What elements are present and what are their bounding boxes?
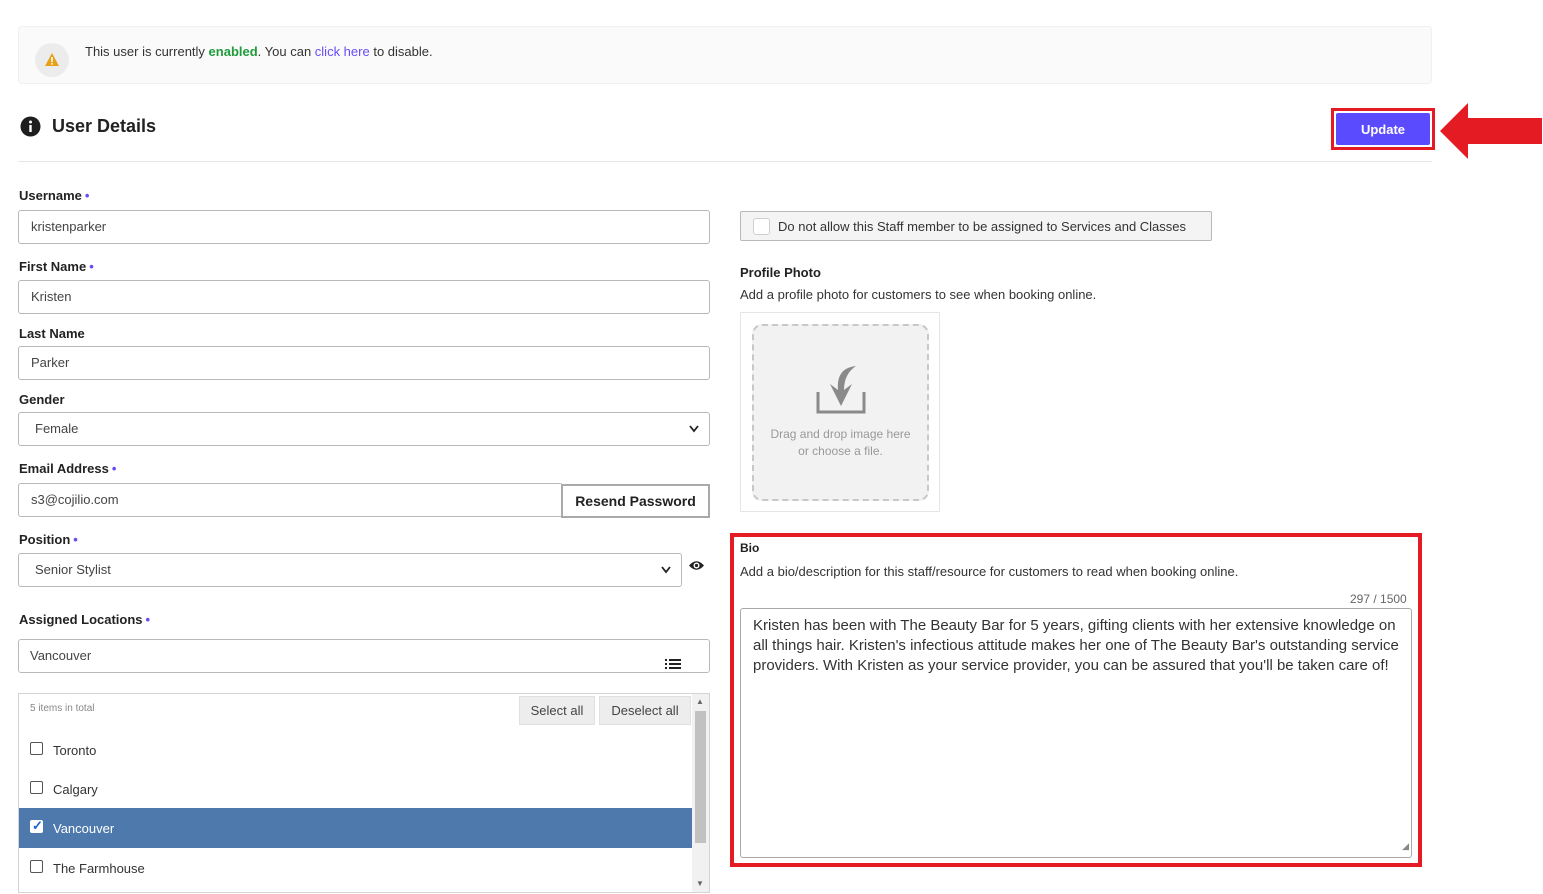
email-label: Email Address • (19, 461, 117, 476)
list-icon[interactable] (665, 650, 681, 682)
bio-text: Kristen has been with The Beauty Bar for… (753, 617, 1399, 674)
staff-assignment-label: Do not allow this Staff member to be ass… (778, 219, 1187, 234)
required-marker: • (73, 532, 78, 547)
last-name-label: Last Name (19, 326, 85, 341)
location-item-calgary[interactable]: Calgary (19, 769, 692, 809)
username-label: Username • (19, 188, 90, 203)
required-marker: • (84, 188, 90, 203)
download-icon (816, 362, 866, 419)
items-count: 5 items in total (30, 703, 95, 714)
status-notice: This user is currently enabled. You can … (18, 26, 1432, 84)
bio-char-counter: 297 / 1500 (1350, 592, 1407, 606)
bio-textarea[interactable]: Kristen has been with The Beauty Bar for… (740, 608, 1412, 858)
staff-assignment-toggle[interactable]: Do not allow this Staff member to be ass… (740, 211, 1212, 241)
location-item-toronto[interactable]: Toronto (19, 730, 692, 770)
scroll-thumb[interactable] (695, 711, 706, 843)
checkbox[interactable] (30, 781, 43, 794)
resend-password-button[interactable]: Resend Password (561, 484, 710, 518)
resize-handle-icon[interactable]: ◢ (1402, 836, 1409, 856)
scroll-down-icon[interactable]: ▼ (696, 879, 704, 888)
update-button[interactable]: Update (1336, 113, 1430, 145)
checkbox[interactable] (753, 218, 770, 235)
profile-photo-desc: Add a profile photo for customers to see… (740, 287, 1097, 302)
assigned-locations-label: Assigned Locations • (19, 612, 151, 627)
location-item-the-farmhouse[interactable]: The Farmhouse (19, 848, 692, 888)
location-item-vancouver[interactable]: Vancouver (19, 808, 692, 848)
locations-input[interactable]: Vancouver (18, 639, 710, 673)
locations-list: 5 items in total Select all Deselect all… (18, 693, 710, 893)
gender-select[interactable]: Female (18, 412, 710, 446)
required-marker: • (145, 612, 151, 627)
scroll-up-icon[interactable]: ▲ (696, 697, 704, 706)
location-label: Toronto (53, 743, 97, 758)
location-label: The Farmhouse (53, 861, 145, 876)
notice-text: This user is currently enabled. You can … (85, 44, 433, 59)
position-label: Position • (19, 532, 78, 547)
page-title: User Details (52, 116, 157, 136)
bio-title: Bio (740, 541, 760, 555)
photo-upload-area[interactable]: Drag and drop image here or choose a fil… (740, 312, 940, 512)
deselect-all-button[interactable]: Deselect all (599, 696, 691, 725)
checkbox[interactable] (30, 742, 43, 755)
warning-icon (35, 43, 69, 77)
username-input[interactable]: kristenparker (18, 210, 710, 244)
location-label: Calgary (53, 782, 98, 797)
location-label: Vancouver (53, 821, 115, 836)
locations-value: Vancouver (30, 648, 92, 663)
position-select[interactable]: Senior Stylist (18, 553, 682, 587)
dropzone[interactable]: Drag and drop image here or choose a fil… (752, 324, 929, 501)
gender-label: Gender (19, 392, 65, 407)
position-value: Senior Stylist (35, 562, 111, 577)
email-input[interactable]: s3@cojilio.com (18, 483, 563, 517)
chevron-down-icon (661, 554, 671, 599)
first-name-label: First Name • (19, 259, 94, 274)
select-all-button[interactable]: Select all (519, 696, 595, 725)
bio-desc: Add a bio/description for this staff/res… (740, 564, 1239, 579)
scrollbar[interactable]: ▲ ▼ (692, 694, 709, 892)
required-marker: • (89, 259, 94, 274)
eye-icon[interactable] (688, 559, 705, 575)
status-enabled: enabled (208, 44, 258, 59)
red-arrow-annotation (1438, 102, 1543, 163)
last-name-input[interactable]: Parker (18, 346, 710, 380)
checkbox-checked[interactable] (30, 818, 43, 834)
required-marker: • (111, 461, 117, 476)
first-name-input[interactable]: Kristen (18, 280, 710, 314)
divider (18, 161, 1432, 162)
chevron-down-icon (689, 413, 699, 458)
info-icon (20, 116, 41, 140)
checkbox[interactable] (30, 860, 43, 873)
profile-photo-title: Profile Photo (740, 265, 821, 280)
disable-link[interactable]: click here (315, 44, 370, 59)
gender-value: Female (35, 421, 79, 436)
dropzone-text: Drag and drop image here or choose a fil… (770, 427, 911, 458)
